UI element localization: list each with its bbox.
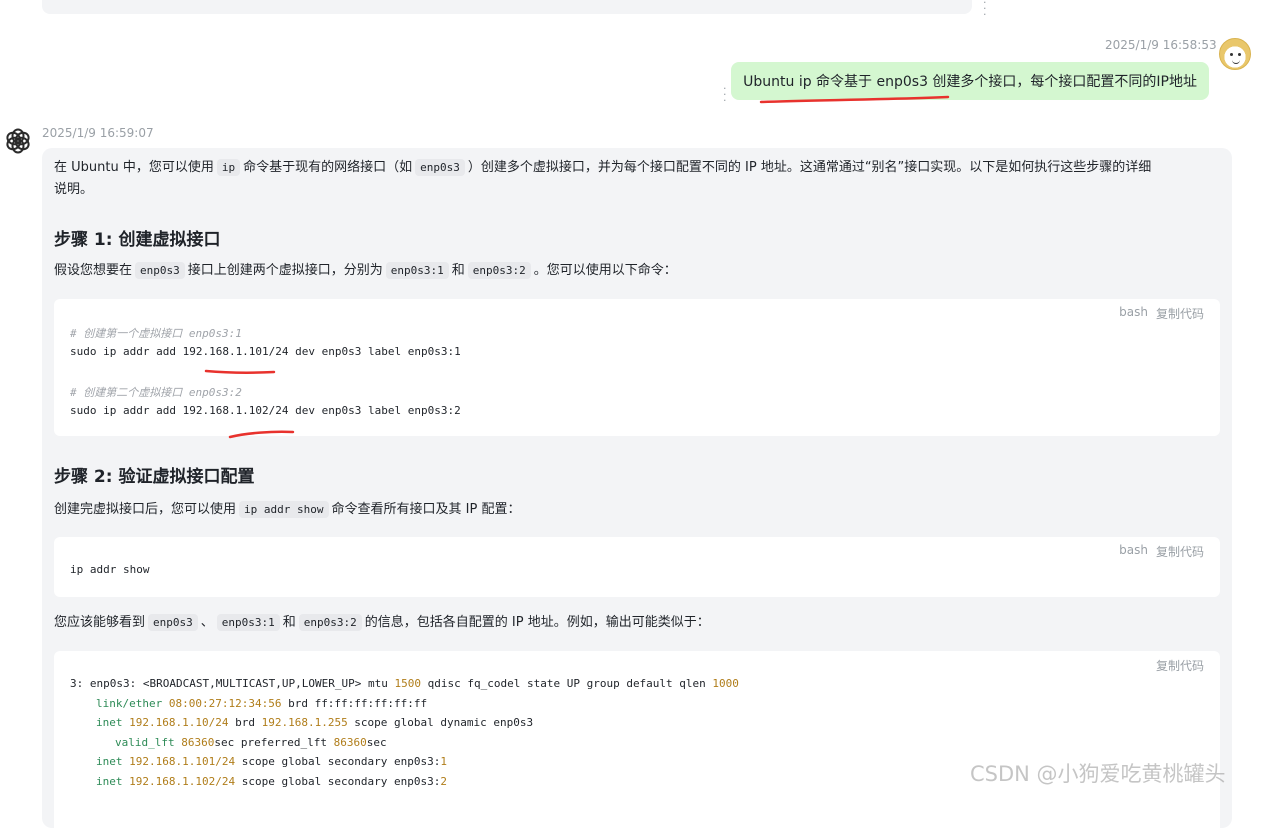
previous-message-bubble [42, 0, 972, 14]
intro-paragraph: 在 Ubuntu 中，您可以使用 ip 命令基于现有的网络接口（如 enp0s3 ）创建… [54, 159, 1152, 197]
user-message-text: Ubuntu ip 命令基于 enp0s3 创建多个接口，每个接口配置不同的IP… [743, 74, 1197, 90]
code-block-2: bash 复制代码 ip addr show [54, 537, 1220, 597]
output-line: link/ether 08:00:27:12:34:56 brd ff:ff:f… [96, 697, 428, 710]
output-line: valid_lft 86360sec preferred_lft 86360se… [115, 736, 387, 749]
output-line: inet 192.168.1.101/24 scope global secon… [96, 755, 448, 768]
watermark: CSDN @小狗爱吃黄桃罐头 [970, 762, 1226, 786]
code-comment: # 创建第二个虚拟接口 enp0s3:2 [70, 386, 242, 399]
step2-heading: 步骤 2: 验证虚拟接口配置 [54, 467, 255, 487]
code-command: sudo ip addr add 192.168.1.101/24 dev en… [70, 345, 461, 358]
inline-code: enp0s3:2 [298, 614, 362, 631]
openai-logo-icon [6, 128, 30, 154]
user-message-menu-icon[interactable]: · · · [723, 83, 727, 106]
user-message-timestamp: 2025/1/9 16:58:53 [1105, 38, 1217, 52]
code-language-label: bash [1119, 543, 1148, 557]
step1-heading: 步骤 1: 创建虚拟接口 [54, 230, 221, 250]
copy-code-button[interactable]: 复制代码 [1156, 305, 1204, 322]
inline-code: enp0s3:2 [467, 262, 531, 279]
code-comment: # 创建第一个虚拟接口 enp0s3:1 [70, 327, 242, 340]
annotation-underline-ip2 [228, 430, 295, 439]
assistant-message-timestamp: 2025/1/9 16:59:07 [42, 126, 154, 140]
inline-code: ip [216, 159, 241, 176]
message-menu-icon[interactable]: · · · [983, 0, 987, 20]
output-line: inet 192.168.1.102/24 scope global secon… [96, 775, 448, 788]
user-avatar-icon[interactable] [1219, 38, 1251, 70]
code-block-output: 复制代码 3: enp0s3: <BROADCAST,MULTICAST,UP,… [54, 651, 1220, 828]
output-line: inet 192.168.1.10/24 brd 192.168.1.255 s… [96, 716, 534, 729]
inline-code: enp0s3:1 [216, 614, 280, 631]
annotation-underline-user [759, 95, 950, 104]
inline-code: enp0s3 [135, 262, 185, 279]
inline-code: enp0s3:1 [385, 262, 449, 279]
copy-code-button[interactable]: 复制代码 [1156, 543, 1204, 560]
inline-code: enp0s3 [415, 159, 465, 176]
inline-code: ip addr show [239, 501, 329, 518]
annotation-underline-ip1 [204, 369, 276, 374]
code-language-label: bash [1119, 305, 1148, 319]
output-line: 3: enp0s3: <BROADCAST,MULTICAST,UP,LOWER… [70, 677, 739, 690]
copy-code-button[interactable]: 复制代码 [1156, 657, 1204, 674]
inline-code: enp0s3 [148, 614, 198, 631]
step1-paragraph: 假设您想要在 enp0s3 接口上创建两个虚拟接口，分别为 enp0s3:1 和 enp0… [54, 262, 677, 279]
step2-paragraph: 创建完虚拟接口后，您可以使用 ip addr show 命令查看所有接口及其 IP … [54, 501, 521, 518]
code-command: sudo ip addr add 192.168.1.102/24 dev en… [70, 404, 461, 417]
output-intro-paragraph: 您应该能够看到 enp0s3、 enp0s3:1 和 enp0s3:2 的信息，包括各自配… [54, 614, 710, 631]
code-command: ip addr show [70, 563, 150, 576]
assistant-message-bubble: 在 Ubuntu 中，您可以使用 ip 命令基于现有的网络接口（如 enp0s3 ）创建… [42, 148, 1232, 828]
